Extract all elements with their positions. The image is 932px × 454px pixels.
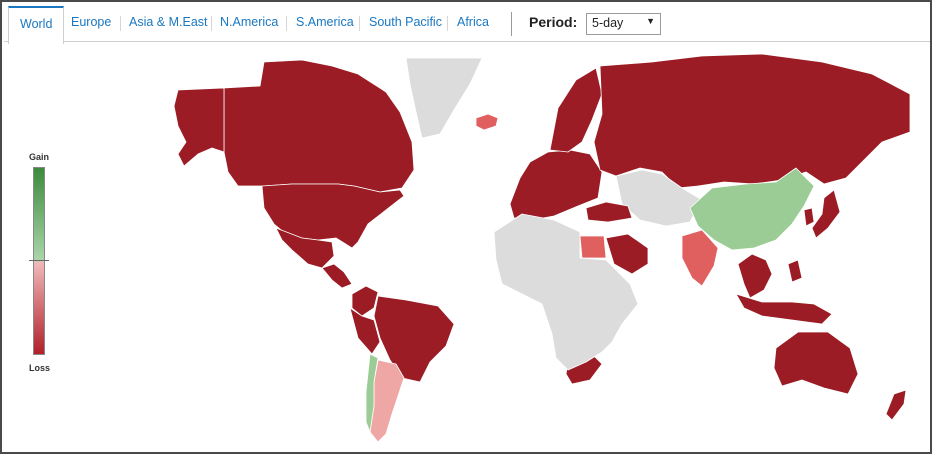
country-south-korea[interactable]	[803, 207, 815, 227]
country-canada[interactable]	[223, 59, 415, 193]
country-new-zealand[interactable]	[885, 389, 907, 421]
country-russia[interactable]	[593, 53, 911, 189]
country-japan[interactable]	[811, 189, 841, 239]
country-indonesia[interactable]	[735, 293, 833, 325]
country-iceland[interactable]	[475, 113, 499, 131]
country-australia[interactable]	[773, 331, 859, 395]
country-alaska[interactable]	[173, 87, 225, 167]
world-map	[173, 53, 911, 443]
country-southeast-asia[interactable]	[737, 253, 773, 299]
country-egypt[interactable]	[579, 235, 607, 259]
country-greenland[interactable]	[405, 57, 483, 139]
country-central-america[interactable]	[321, 263, 353, 289]
country-norway-and-sweden[interactable]	[549, 67, 603, 153]
app-frame: World Europe Asia & M.East N.America S.A…	[0, 0, 932, 454]
country-philippines[interactable]	[787, 259, 803, 283]
